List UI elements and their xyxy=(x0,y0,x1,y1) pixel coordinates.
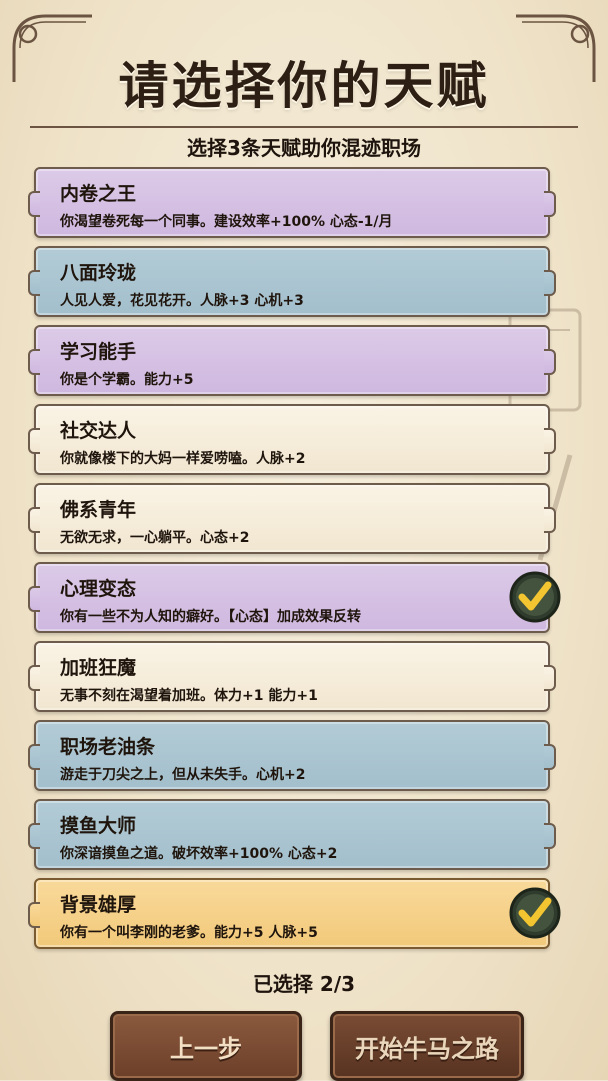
talent-card-selected[interactable]: 心理变态 你有一些不为人知的癖好。【心态】加成效果反转 xyxy=(28,562,561,633)
page-title: 请选择你的天赋 xyxy=(118,57,490,115)
title-divider xyxy=(30,126,578,128)
talent-card[interactable]: 八面玲珑 人见人爱，花见花开。人脉+3 心机+3 xyxy=(28,246,556,317)
check-badge-icon xyxy=(509,887,561,939)
talent-desc: 无欲无求，一心躺平。心态+2 xyxy=(60,530,250,546)
talent-desc: 你就像楼下的大妈一样爱唠嗑。人脉+2 xyxy=(60,451,306,467)
talent-name: 职场老油条 xyxy=(60,736,156,758)
talent-desc: 无事不刻在渴望着加班。体力+1 能力+1 xyxy=(60,688,318,704)
talent-name: 学习能手 xyxy=(60,341,137,363)
start-game-button[interactable]: 开始牛马之路 xyxy=(330,1011,524,1081)
talent-name: 八面玲珑 xyxy=(60,262,137,284)
talent-card[interactable]: 佛系青年 无欲无求，一心躺平。心态+2 xyxy=(28,483,556,554)
talent-list: 内卷之王 你渴望卷死每一个同事。建设效率+100% 心态-1/月 八面玲珑 人见… xyxy=(28,167,561,957)
page-subtitle: 选择3条天赋助你混迹职场 xyxy=(187,136,421,160)
talent-desc: 你有一些不为人知的癖好。【心态】加成效果反转 xyxy=(60,609,361,625)
check-badge-icon xyxy=(509,571,561,623)
talent-desc: 你是个学霸。能力+5 xyxy=(60,372,194,388)
talent-desc: 你渴望卷死每一个同事。建设效率+100% 心态-1/月 xyxy=(60,214,393,230)
talent-desc: 游走于刀尖之上，但从未失手。心机+2 xyxy=(60,767,306,783)
talent-desc: 人见人爱，花见花开。人脉+3 心机+3 xyxy=(60,293,304,309)
talent-card-selected[interactable]: 背景雄厚 你有一个叫李刚的老爹。能力+5 人脉+5 xyxy=(28,878,561,949)
talent-card[interactable]: 职场老油条 游走于刀尖之上，但从未失手。心机+2 xyxy=(28,720,556,791)
previous-step-button[interactable]: 上一步 xyxy=(110,1011,302,1081)
talent-name: 社交达人 xyxy=(60,420,137,442)
talent-name: 加班狂魔 xyxy=(60,657,137,679)
talent-name: 心理变态 xyxy=(60,578,137,600)
talent-card[interactable]: 社交达人 你就像楼下的大妈一样爱唠嗑。人脉+2 xyxy=(28,404,556,475)
talent-desc: 你深谙摸鱼之道。破坏效率+100% 心态+2 xyxy=(60,846,338,862)
talent-desc: 你有一个叫李刚的老爹。能力+5 人脉+5 xyxy=(60,925,318,941)
talent-name: 摸鱼大师 xyxy=(60,815,137,837)
talent-name: 背景雄厚 xyxy=(60,894,137,916)
talent-card[interactable]: 学习能手 你是个学霸。能力+5 xyxy=(28,325,556,396)
selection-count: 已选择 2/3 xyxy=(252,972,356,996)
talent-card[interactable]: 摸鱼大师 你深谙摸鱼之道。破坏效率+100% 心态+2 xyxy=(28,799,556,870)
talent-name: 内卷之王 xyxy=(60,183,137,205)
talent-name: 佛系青年 xyxy=(60,499,137,521)
talent-card[interactable]: 加班狂魔 无事不刻在渴望着加班。体力+1 能力+1 xyxy=(28,641,556,712)
talent-card[interactable]: 内卷之王 你渴望卷死每一个同事。建设效率+100% 心态-1/月 xyxy=(28,167,556,238)
